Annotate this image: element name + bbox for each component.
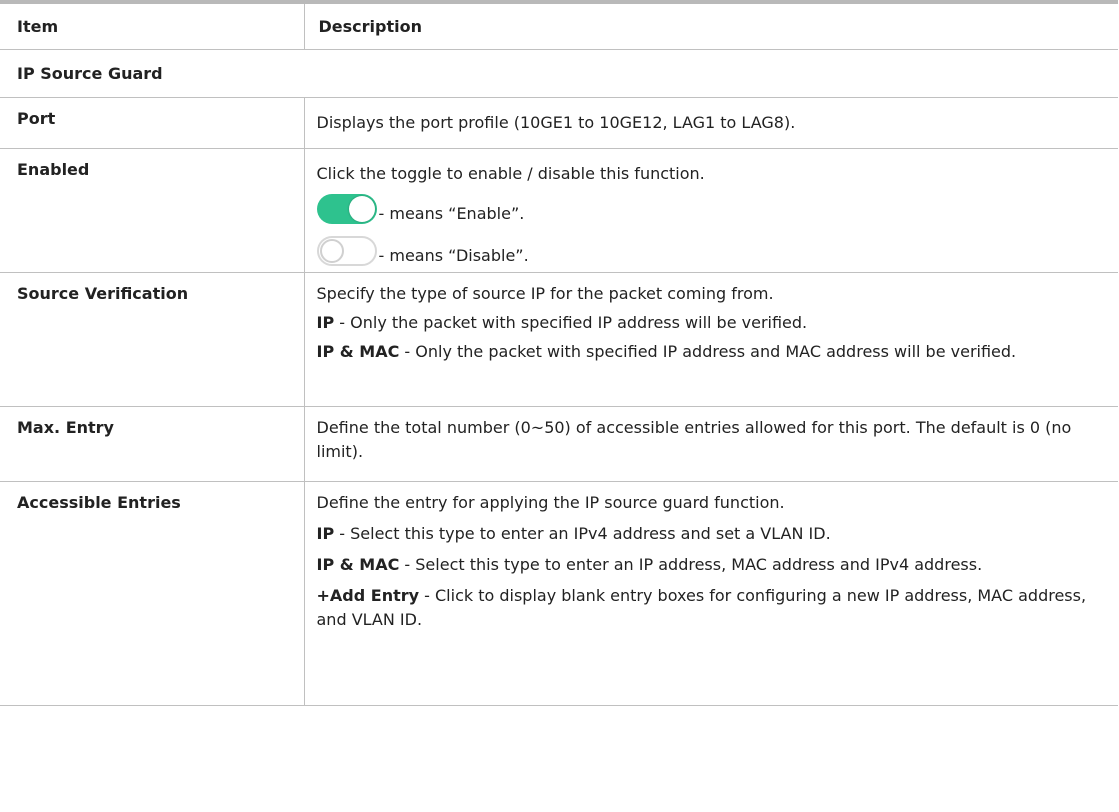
accessible-entries-add: +Add Entry - Click to display blank entr…	[317, 584, 1107, 632]
table-row: Port Displays the port profile (10GE1 to…	[0, 97, 1118, 149]
section-row: IP Source Guard	[0, 49, 1118, 98]
table-header-row: Item Description	[0, 0, 1118, 50]
header-item-label: Item	[17, 17, 59, 36]
toggle-off-caption: - means “Disable”.	[378, 246, 529, 265]
toggle-off-icon	[316, 236, 377, 266]
toggle-on-example: - means “Enable”.	[316, 188, 1107, 224]
term-ip-text: - Only the packet with specified IP addr…	[334, 313, 808, 332]
source-verification-ipmac: IP & MAC - Only the packet with specifie…	[317, 340, 1107, 364]
term-ipmac-text: - Only the packet with specified IP addr…	[399, 342, 1017, 361]
term-add-entry: +Add Entry	[316, 586, 420, 605]
header-description-label: Description	[318, 17, 422, 36]
header-item: Item	[0, 0, 304, 50]
port-description: Displays the port profile (10GE1 to 10GE…	[316, 113, 796, 132]
row-desc-max-entry: Define the total number (0~50) of access…	[303, 406, 1118, 482]
header-description: Description	[303, 0, 1118, 50]
row-label-accessible-entries: Accessible Entries	[0, 481, 304, 706]
source-verification-ip: IP - Only the packet with specified IP a…	[317, 311, 1107, 335]
term-ip: IP	[316, 524, 335, 543]
section-title: IP Source Guard	[0, 49, 1118, 98]
term-ipmac: IP & MAC	[316, 342, 400, 361]
term-ipmac: IP & MAC	[316, 555, 400, 574]
row-desc-port: Displays the port profile (10GE1 to 10GE…	[303, 97, 1118, 149]
row-label-source-verification: Source Verification	[0, 272, 304, 407]
table-row: Source Verification Specify the type of …	[0, 272, 1118, 407]
accessible-entries-ip: IP - Select this type to enter an IPv4 a…	[317, 522, 1107, 546]
spec-table: Item Description IP Source Guard Port Di…	[0, 0, 1118, 706]
enabled-description: Click the toggle to enable / disable thi…	[316, 164, 705, 183]
toggle-off-example: - means “Disable”.	[316, 230, 1107, 266]
term-ipmac-text: - Select this type to enter an IP addres…	[399, 555, 983, 574]
row-label-max-entry: Max. Entry	[0, 406, 304, 482]
toggle-on-icon	[316, 194, 377, 224]
toggle-on-caption: - means “Enable”.	[378, 204, 525, 223]
term-ip: IP	[316, 313, 335, 332]
source-verification-description: Specify the type of source IP for the pa…	[316, 284, 774, 303]
table-row: Enabled Click the toggle to enable / dis…	[0, 148, 1118, 273]
table-row: Max. Entry Define the total number (0~50…	[0, 406, 1118, 482]
term-ip-text: - Select this type to enter an IPv4 addr…	[334, 524, 831, 543]
accessible-entries-ipmac: IP & MAC - Select this type to enter an …	[317, 553, 1107, 577]
row-desc-source-verification: Specify the type of source IP for the pa…	[303, 272, 1118, 407]
accessible-entries-description: Define the entry for applying the IP sou…	[316, 493, 785, 512]
term-add-entry-text: - Click to display blank entry boxes for…	[316, 586, 1087, 629]
row-desc-accessible-entries: Define the entry for applying the IP sou…	[303, 481, 1118, 706]
table-row: Accessible Entries Define the entry for …	[0, 481, 1118, 706]
row-desc-enabled: Click the toggle to enable / disable thi…	[303, 148, 1118, 273]
max-entry-description: Define the total number (0~50) of access…	[316, 418, 1072, 461]
row-label-enabled: Enabled	[0, 148, 304, 273]
row-label-port: Port	[0, 97, 304, 149]
